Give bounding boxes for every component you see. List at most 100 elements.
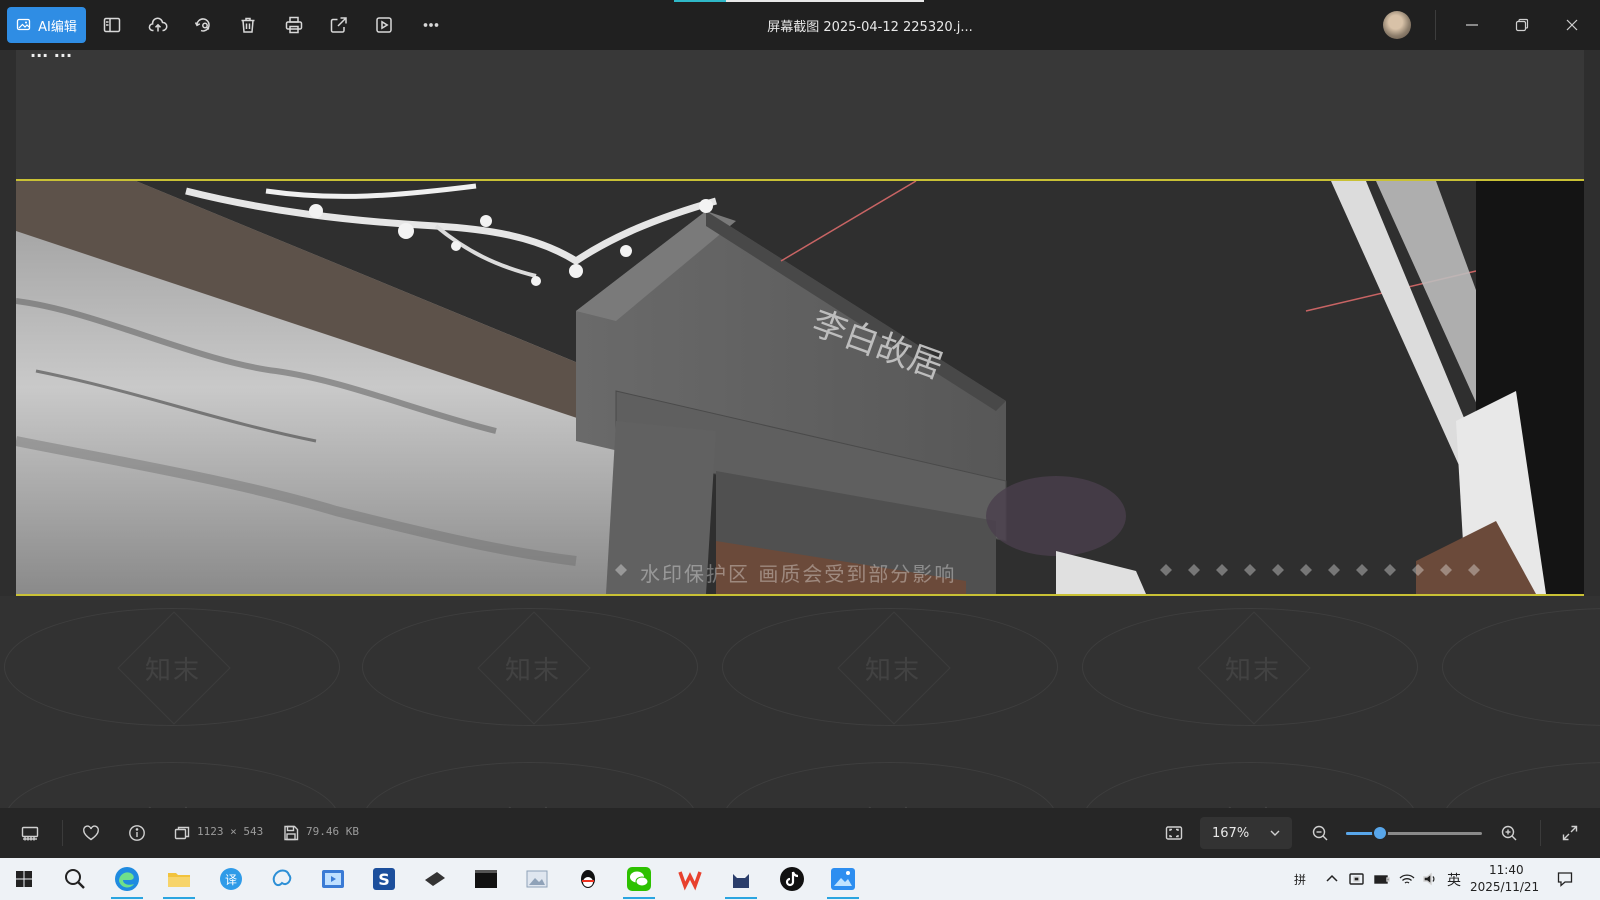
fit-screen-icon [1165, 826, 1183, 840]
svg-text:S: S [378, 870, 390, 889]
start-button[interactable] [4, 863, 44, 895]
taskbar-app-sketchup[interactable]: S [364, 863, 404, 895]
cat-app-icon [733, 874, 749, 888]
fullscreen-button[interactable] [1558, 821, 1582, 845]
clock-time[interactable]: 11:40 [1489, 863, 1524, 877]
device-icon [1349, 873, 1364, 885]
ime-mode-indicator[interactable]: 拼 [1294, 871, 1306, 888]
search-icon [65, 869, 85, 889]
taskbar-app-tiktok[interactable] [772, 863, 812, 895]
sketchup-icon: S [373, 868, 395, 890]
ai-app-icon [272, 869, 292, 887]
wechat-icon [627, 867, 651, 891]
taskbar-app-qq[interactable] [568, 863, 608, 895]
taskbar-app-wps[interactable] [670, 863, 710, 895]
watermark-ellipse [1442, 608, 1600, 726]
notification-center-button[interactable] [1553, 867, 1577, 891]
close-icon [1566, 19, 1578, 31]
notification-icon [1557, 872, 1573, 887]
taskbar-app-edge[interactable] [107, 863, 147, 899]
terminal-icon [475, 870, 497, 888]
taskbar-app-wechat[interactable] [619, 863, 659, 899]
tray-overflow-button[interactable] [1320, 867, 1344, 891]
photos-app-icon [526, 870, 548, 888]
battery-icon [1374, 875, 1390, 884]
tray-battery-button[interactable] [1370, 867, 1394, 891]
image-bottom-strip: 知末 知末 知末 知末 知末 知末 知末 知末 [0, 596, 1600, 808]
file-info-button[interactable] [125, 821, 149, 845]
file-explorer-icon [168, 873, 190, 887]
minimize-button[interactable] [1460, 13, 1484, 37]
watermark-text: 知末 [145, 656, 202, 686]
taskbar-app-translate[interactable]: 译 [211, 863, 251, 895]
title-bar: AI编辑 屏幕截图 2025-04-12 225320.j... [0, 0, 1600, 50]
windows-taskbar: 译 S 拼 英 11:40 2025/11/21 [0, 858, 1600, 900]
expand-icon [1562, 825, 1578, 841]
taskbar-app-explorer[interactable] [159, 863, 199, 899]
file-title: 屏幕截图 2025-04-12 225320.j... [767, 20, 973, 35]
watermark-text: 知末 [505, 656, 562, 686]
info-icon [129, 825, 145, 841]
heart-icon [83, 825, 99, 841]
filmstrip-icon [21, 826, 39, 841]
zoom-level-dropdown[interactable]: 167% [1200, 817, 1292, 849]
fit-to-window-button[interactable] [1162, 821, 1186, 845]
qq-icon [581, 870, 595, 888]
watermark-protection-notice: 水印保护区 画质会受到部分影响 [640, 562, 957, 586]
speaker-icon [1423, 872, 1435, 886]
titlebar-divider [1435, 10, 1436, 40]
filesize-indicator [279, 821, 303, 845]
watermark-text: 知末 [1225, 656, 1282, 686]
window-drag-indicator [674, 0, 924, 2]
taskbar-app-ai[interactable] [262, 863, 302, 895]
user-avatar[interactable] [1383, 11, 1411, 39]
video-app-icon [322, 870, 344, 888]
cropped-heading: ... ... [30, 42, 73, 61]
clock-date[interactable]: 2025/11/21 [1470, 880, 1539, 894]
windows-start-icon [16, 871, 32, 887]
close-button[interactable] [1560, 13, 1584, 37]
taskbar-app-cat[interactable] [721, 863, 761, 899]
restore-icon [1515, 18, 1529, 32]
status-divider [1540, 820, 1541, 846]
zoom-in-icon [1501, 825, 1517, 841]
svg-text:译: 译 [225, 873, 237, 887]
wps-icon [678, 871, 702, 891]
chevron-up-icon [1326, 874, 1338, 882]
taskbar-app-image-viewer[interactable] [823, 863, 863, 899]
restore-button[interactable] [1510, 13, 1534, 37]
viewer-status-bar: 1123 × 543 79.46 KB 167% [0, 808, 1600, 858]
tray-device-button[interactable] [1345, 867, 1369, 891]
zoom-slider-handle[interactable] [1374, 827, 1386, 839]
tray-volume-button[interactable] [1418, 867, 1442, 891]
filmstrip-button[interactable] [18, 821, 42, 845]
tray-network-button[interactable] [1395, 867, 1419, 891]
minimize-icon [1466, 24, 1478, 26]
save-disk-icon [284, 825, 299, 841]
zoom-slider[interactable] [1346, 827, 1482, 839]
watermark-ellipse [1442, 762, 1600, 808]
ink-app-icon [425, 872, 445, 886]
watermark-text: 知末 [505, 800, 561, 808]
watermark-text: 知末 [1225, 800, 1281, 808]
watermark-text: 知末 [865, 800, 921, 808]
taskbar-search-button[interactable] [55, 863, 95, 895]
input-language-indicator[interactable]: 英 [1447, 870, 1461, 890]
favorite-button[interactable] [79, 821, 103, 845]
taskbar-app-terminal[interactable] [466, 863, 506, 895]
zoom-out-icon [1312, 825, 1328, 841]
watermark-text: 知末 [145, 800, 201, 808]
chevron-down-icon [1270, 830, 1280, 836]
image-viewer-icon [831, 868, 855, 890]
image-top-strip: ... ... [16, 42, 1584, 179]
image-size-icon [174, 826, 190, 840]
dimensions-indicator [170, 821, 194, 845]
status-divider [62, 820, 63, 846]
image-canvas[interactable]: ... ... 李白故居 水印保护区 画质会受到部分影响 知末 知末 知末 知末 [0, 42, 1600, 808]
tiktok-icon [780, 867, 804, 891]
taskbar-app-photos[interactable] [517, 863, 557, 895]
taskbar-app-ink[interactable] [415, 863, 455, 895]
zoom-in-button[interactable] [1497, 821, 1521, 845]
taskbar-app-video[interactable] [313, 863, 353, 895]
zoom-out-button[interactable] [1308, 821, 1332, 845]
